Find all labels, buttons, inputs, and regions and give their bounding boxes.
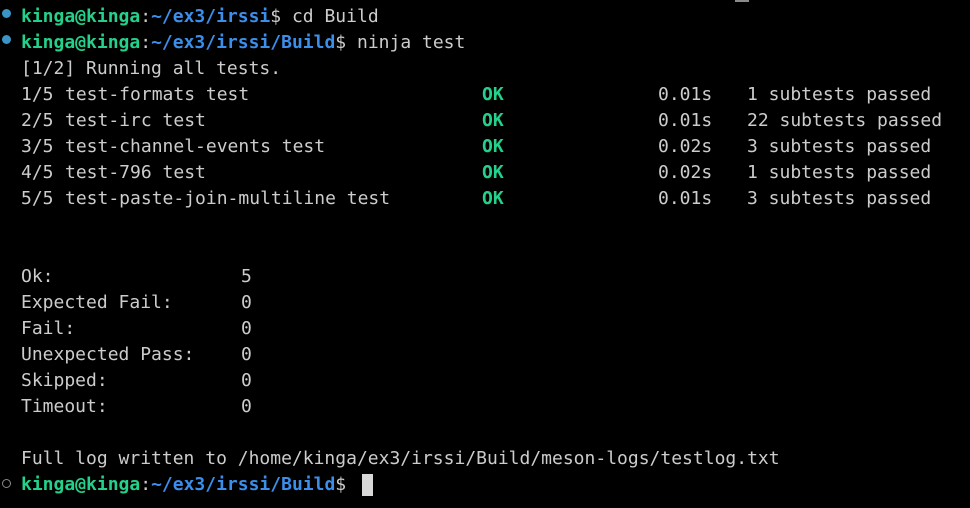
test-name: test-channel-events test <box>65 136 326 157</box>
prompt-line-2: kinga@kinga:~/ex3/irssi/Build$ ninja tes… <box>21 30 465 56</box>
prompt-command: cd Build <box>281 6 379 27</box>
test-row: 5/5 test-paste-join-multiline test OK 0.… <box>21 186 961 212</box>
test-status: OK <box>482 188 504 209</box>
summary-value: 0 <box>241 396 252 417</box>
test-name: test-paste-join-multiline test <box>65 188 391 209</box>
prompt-separator: : <box>140 32 152 53</box>
test-time: 0.01s <box>658 84 713 105</box>
summary-value: 0 <box>241 318 252 339</box>
test-time: 0.01s <box>658 188 713 209</box>
summary-label: Expected Fail: <box>21 292 173 313</box>
test-subtests: 1 subtests passed <box>747 162 932 183</box>
test-status: OK <box>482 162 504 183</box>
test-row: 2/5 test-irc test OK 0.01s 22 subtests p… <box>21 108 961 134</box>
test-index: 1/5 <box>21 84 54 105</box>
prompt-line-1: kinga@kinga:~/ex3/irssi$ cd Build <box>21 4 379 30</box>
prompt-user: kinga@kinga <box>21 474 141 495</box>
test-subtests: 1 subtests passed <box>747 84 932 105</box>
prompt-user: kinga@kinga <box>21 6 141 27</box>
prompt-separator: : <box>140 474 152 495</box>
prompt-path: ~/ex3/irssi <box>151 6 271 27</box>
summary-row: Expected Fail: 0 <box>21 290 421 316</box>
test-subtests: 22 subtests passed <box>747 110 943 131</box>
summary-row: Timeout: 0 <box>21 394 421 420</box>
test-index: 5/5 <box>21 188 54 209</box>
test-name: test-796 test <box>65 162 206 183</box>
prompt-line-3: kinga@kinga:~/ex3/irssi/Build$ <box>21 472 357 498</box>
test-status: OK <box>482 110 504 131</box>
test-name: test-formats test <box>65 84 250 105</box>
summary-label: Timeout: <box>21 396 108 417</box>
command-success-dot[interactable] <box>2 9 11 18</box>
command-success-dot[interactable] <box>2 35 11 44</box>
terminal-cursor[interactable] <box>362 474 373 496</box>
test-time: 0.01s <box>658 110 713 131</box>
test-time: 0.02s <box>658 162 713 183</box>
prompt-symbol: $ <box>335 474 347 495</box>
log-line: Full log written to /home/kinga/ex3/irss… <box>21 448 780 469</box>
summary-label: Skipped: <box>21 370 108 391</box>
summary-label: Fail: <box>21 318 76 339</box>
test-subtests: 3 subtests passed <box>747 188 932 209</box>
prompt-command: ninja test <box>346 32 466 53</box>
prompt-command <box>346 474 357 495</box>
test-status: OK <box>482 84 504 105</box>
test-name: test-irc test <box>65 110 206 131</box>
test-index: 3/5 <box>21 136 54 157</box>
test-row: 1/5 test-formats test OK 0.01s 1 subtest… <box>21 82 961 108</box>
summary-value: 0 <box>241 370 252 391</box>
prompt-user: kinga@kinga <box>21 32 141 53</box>
summary-row: Skipped: 0 <box>21 368 421 394</box>
summary-row: Unexpected Pass: 0 <box>21 342 421 368</box>
summary-value: 0 <box>241 344 252 365</box>
summary-value: 5 <box>241 266 252 287</box>
test-index: 4/5 <box>21 162 54 183</box>
running-line: [1/2] Running all tests. <box>21 58 282 79</box>
summary-row: Fail: 0 <box>21 316 421 342</box>
prompt-symbol: $ <box>270 6 282 27</box>
prompt-path: ~/ex3/irssi/Build <box>151 32 336 53</box>
prompt-symbol: $ <box>335 32 347 53</box>
test-subtests: 3 subtests passed <box>747 136 932 157</box>
test-index: 2/5 <box>21 110 54 131</box>
summary-value: 0 <box>241 292 252 313</box>
summary-label: Unexpected Pass: <box>21 344 195 365</box>
summary-row: Ok: 5 <box>21 264 421 290</box>
test-status: OK <box>482 136 504 157</box>
test-time: 0.02s <box>658 136 713 157</box>
prompt-separator: : <box>140 6 152 27</box>
clipped-glyph <box>735 0 749 2</box>
prompt-path: ~/ex3/irssi/Build <box>151 474 336 495</box>
summary-label: Ok: <box>21 266 54 287</box>
command-pending-dot[interactable] <box>2 479 11 488</box>
test-row: 3/5 test-channel-events test OK 0.02s 3 … <box>21 134 961 160</box>
test-row: 4/5 test-796 test OK 0.02s 1 subtests pa… <box>21 160 961 186</box>
